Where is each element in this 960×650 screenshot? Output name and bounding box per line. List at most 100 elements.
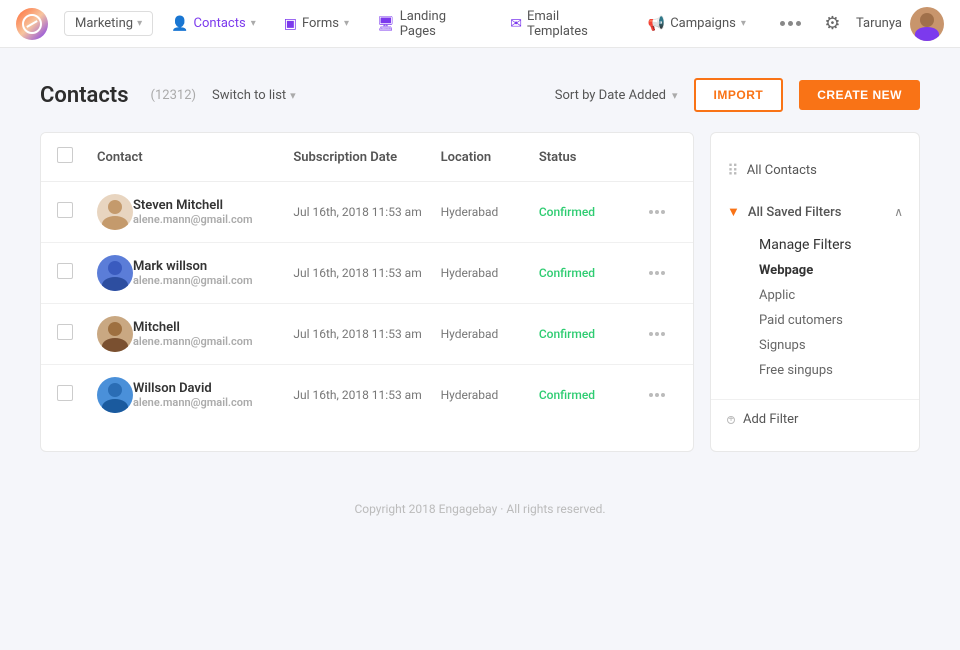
subscription-date: Jul 16th, 2018 11:53 am bbox=[293, 266, 440, 280]
status-badge: Confirmed bbox=[539, 327, 637, 341]
location: Hyderabad bbox=[441, 327, 539, 341]
col-contact-header: Contact bbox=[97, 150, 293, 165]
landing-pages-label: Landing Pages bbox=[400, 9, 483, 39]
logo[interactable] bbox=[16, 8, 48, 40]
contacts-table: Contact Subscription Date Location Statu… bbox=[40, 132, 694, 452]
nav-landing-pages[interactable]: 🖥 Landing Pages bbox=[367, 5, 492, 43]
row-actions-button[interactable] bbox=[645, 389, 669, 401]
footer: Copyright 2018 Engagebay · All rights re… bbox=[40, 482, 920, 536]
subscription-date: Jul 16th, 2018 11:53 am bbox=[293, 205, 440, 219]
forms-chevron-icon: ▾ bbox=[344, 18, 349, 29]
more-options-button[interactable] bbox=[772, 17, 809, 30]
table-header: Contact Subscription Date Location Statu… bbox=[41, 133, 693, 182]
avatar bbox=[910, 7, 944, 41]
nav-forms[interactable]: ▣ Forms ▾ bbox=[274, 12, 359, 36]
table-body: Steven Mitchell alene.mann@gmail.com Jul… bbox=[41, 182, 693, 425]
settings-button[interactable]: ⚙ bbox=[817, 8, 848, 40]
col-date-header: Subscription Date bbox=[293, 150, 440, 165]
all-contacts-label: All Contacts bbox=[747, 163, 817, 178]
status-badge: Confirmed bbox=[539, 205, 637, 219]
saved-filters-list: Manage Filters WebpageApplicPaid cutomer… bbox=[711, 228, 919, 391]
copyright-text: Copyright 2018 Engagebay · All rights re… bbox=[354, 502, 605, 516]
select-all-checkbox[interactable] bbox=[57, 147, 73, 163]
contact-avatar bbox=[97, 194, 133, 230]
sidebar-filter-item-4[interactable]: Free singups bbox=[743, 358, 919, 383]
sort-label: Sort by Date Added bbox=[555, 88, 666, 103]
contact-name: Willson David bbox=[133, 381, 253, 396]
status-badge: Confirmed bbox=[539, 266, 637, 280]
sidebar-filter-item-0[interactable]: Webpage bbox=[743, 258, 919, 283]
contacts-chevron-icon: ▾ bbox=[251, 18, 256, 29]
main-content: Contacts (12312) Switch to list ▾ Sort b… bbox=[0, 48, 960, 556]
manage-filters-label: Manage Filters bbox=[759, 237, 851, 253]
contacts-icon: 👤 bbox=[171, 16, 188, 32]
row-checkbox-3[interactable] bbox=[57, 385, 73, 401]
contact-avatar bbox=[97, 377, 133, 413]
campaigns-icon: 📢 bbox=[648, 16, 665, 32]
campaigns-chevron-icon: ▾ bbox=[741, 18, 746, 29]
contact-info: Mitchell alene.mann@gmail.com bbox=[133, 320, 253, 348]
user-menu[interactable]: Tarunya bbox=[856, 7, 944, 41]
sidebar-section-filters: ▼ All Saved Filters ∧ Manage Filters Web… bbox=[711, 192, 919, 395]
saved-filters-chevron-icon: ∧ bbox=[894, 205, 903, 219]
contact-avatar bbox=[97, 316, 133, 352]
table-row[interactable]: Steven Mitchell alene.mann@gmail.com Jul… bbox=[41, 182, 693, 243]
sort-dropdown[interactable]: Sort by Date Added ▾ bbox=[555, 88, 678, 103]
subscription-date: Jul 16th, 2018 11:53 am bbox=[293, 388, 440, 402]
contact-count: (12312) bbox=[151, 88, 197, 103]
contact-info: Willson David alene.mann@gmail.com bbox=[133, 381, 253, 409]
sidebar-filter-item-3[interactable]: Signups bbox=[743, 333, 919, 358]
nav-campaigns[interactable]: 📢 Campaigns ▾ bbox=[638, 12, 756, 36]
sidebar-all-contacts[interactable]: ⠿ All Contacts bbox=[711, 153, 919, 188]
switch-chevron-icon: ▾ bbox=[290, 89, 296, 102]
forms-icon: ▣ bbox=[284, 16, 297, 32]
location: Hyderabad bbox=[441, 266, 539, 280]
page-title: Contacts bbox=[40, 83, 129, 108]
contact-info: Mark willson alene.mann@gmail.com bbox=[133, 259, 253, 287]
workspace-label: Marketing bbox=[75, 16, 133, 31]
saved-filters-header[interactable]: ▼ All Saved Filters ∧ bbox=[711, 196, 919, 228]
contact-email: alene.mann@gmail.com bbox=[133, 396, 253, 409]
landing-pages-icon: 🖥 bbox=[377, 16, 395, 32]
table-row[interactable]: Willson David alene.mann@gmail.com Jul 1… bbox=[41, 365, 693, 425]
contact-name: Mark willson bbox=[133, 259, 253, 274]
content-area: Contact Subscription Date Location Statu… bbox=[40, 132, 920, 452]
add-filter-label: Add Filter bbox=[743, 412, 798, 427]
nav-email-templates[interactable]: ✉ Email Templates bbox=[500, 5, 630, 43]
sidebar-section-all: ⠿ All Contacts bbox=[711, 149, 919, 192]
row-actions-button[interactable] bbox=[645, 328, 669, 340]
status-badge: Confirmed bbox=[539, 388, 637, 402]
sidebar-panel: ⠿ All Contacts ▼ All Saved Filters ∧ Man… bbox=[710, 132, 920, 452]
row-checkbox-0[interactable] bbox=[57, 202, 73, 218]
create-new-button[interactable]: CREATE NEW bbox=[799, 80, 920, 110]
sidebar-filter-item-2[interactable]: Paid cutomers bbox=[743, 308, 919, 333]
import-button[interactable]: IMPORT bbox=[694, 78, 784, 112]
workspace-chevron-icon: ▾ bbox=[137, 18, 142, 29]
workspace-dropdown[interactable]: Marketing ▾ bbox=[64, 11, 153, 36]
filter-icon: ▼ bbox=[727, 204, 740, 220]
row-actions-button[interactable] bbox=[645, 267, 669, 279]
page-header: Contacts (12312) Switch to list ▾ Sort b… bbox=[40, 78, 920, 112]
contact-email: alene.mann@gmail.com bbox=[133, 213, 253, 226]
sidebar-filter-item-1[interactable]: Applic bbox=[743, 283, 919, 308]
row-checkbox-1[interactable] bbox=[57, 263, 73, 279]
contact-email: alene.mann@gmail.com bbox=[133, 274, 253, 287]
add-filter-button[interactable]: + Add Filter bbox=[711, 404, 919, 435]
switch-to-list-button[interactable]: Switch to list ▾ bbox=[212, 88, 296, 103]
sidebar-divider bbox=[711, 399, 919, 400]
navbar: Marketing ▾ 👤 Contacts ▾ ▣ Forms ▾ 🖥 Lan… bbox=[0, 0, 960, 48]
contact-email: alene.mann@gmail.com bbox=[133, 335, 253, 348]
contact-name: Steven Mitchell bbox=[133, 198, 253, 213]
nav-contacts[interactable]: 👤 Contacts ▾ bbox=[161, 12, 266, 36]
table-row[interactable]: Mitchell alene.mann@gmail.com Jul 16th, … bbox=[41, 304, 693, 365]
row-checkbox-2[interactable] bbox=[57, 324, 73, 340]
table-row[interactable]: Mark willson alene.mann@gmail.com Jul 16… bbox=[41, 243, 693, 304]
user-name: Tarunya bbox=[856, 16, 902, 31]
location: Hyderabad bbox=[441, 205, 539, 219]
add-filter-icon: + bbox=[727, 416, 735, 424]
sort-chevron-icon: ▾ bbox=[672, 89, 678, 102]
row-actions-button[interactable] bbox=[645, 206, 669, 218]
switch-label: Switch to list bbox=[212, 88, 286, 103]
location: Hyderabad bbox=[441, 388, 539, 402]
manage-filters-item[interactable]: Manage Filters bbox=[743, 232, 919, 258]
